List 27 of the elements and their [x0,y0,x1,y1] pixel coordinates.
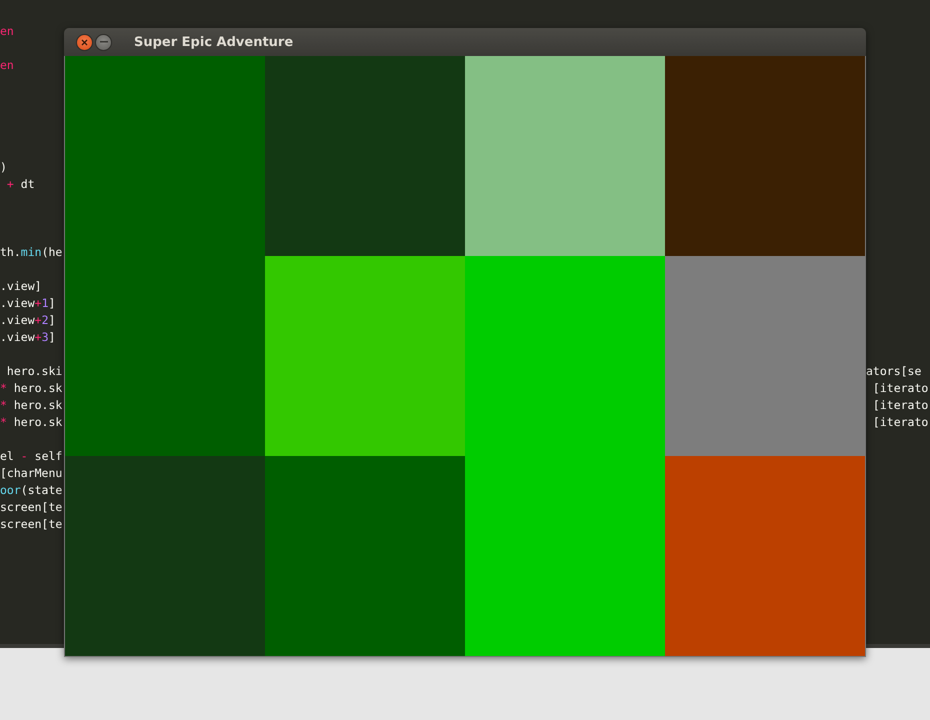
code-line: * hero.sk [0,397,62,414]
close-icon [81,38,88,46]
code-line: hero.ski [6,363,62,380]
code-line: .view+3] [0,329,56,346]
code-line: th.min(he [0,244,62,261]
code-line: * hero.sk [0,380,62,397]
code-line: [iterato [872,414,928,431]
code-line: screen[te [0,516,62,533]
code-line: en [0,57,14,74]
minimize-button[interactable] [95,34,112,50]
code-line: .view+1] [0,295,56,312]
window-title: Super Epic Adventure [134,34,294,50]
code-line: * hero.sk [0,414,62,431]
code-line: [iterato [872,380,928,397]
code-line: [charMenu [0,465,62,482]
close-button[interactable] [76,34,93,50]
code-line: el - self [0,448,62,465]
code-line: screen[te [0,499,62,516]
code-line: + dt [6,176,35,193]
code-line: en [0,23,14,40]
code-line: .view] [0,278,42,295]
minimize-icon [100,41,108,43]
code-line: .view+2] [0,312,56,329]
code-line: ) [0,159,7,176]
code-line: ators[se [866,363,922,380]
code-line: oor(state [0,482,62,499]
code-line: [iterato [872,397,928,414]
